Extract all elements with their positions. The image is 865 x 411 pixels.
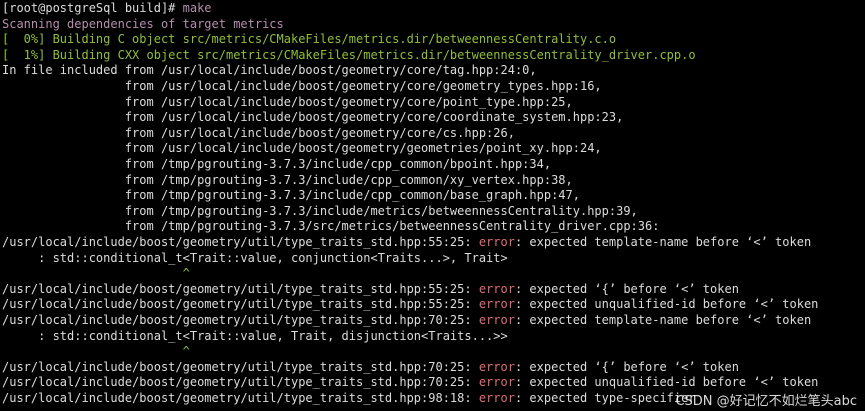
terminal-text: error (478, 313, 515, 327)
terminal-line: In file included from /usr/local/include… (2, 63, 537, 79)
terminal-text: /usr/local/include/boost/geometry/util/t… (2, 281, 479, 296)
terminal-line: [ 1%] Building CXX object src/metrics/CM… (2, 48, 696, 64)
terminal-line: /usr/local/include/boost/geometry/util/t… (2, 235, 811, 251)
terminal-text: from /usr/local/include/boost/geometry/g… (2, 141, 602, 156)
terminal-text: : expected template-name before ‘<’ toke… (514, 313, 812, 327)
terminal-line: /usr/local/include/boost/geometry/util/t… (2, 391, 696, 407)
terminal-text: [ 0%] Building C object src/metrics/CMak… (2, 32, 617, 47)
terminal-line: [ 0%] Building C object src/metrics/CMak… (2, 32, 616, 48)
terminal-text: from /tmp/pgrouting-3.7.3/include/metric… (2, 203, 638, 218)
terminal-line: from /usr/local/include/boost/geometry/c… (2, 95, 573, 111)
terminal-text: Scanning dependencies of target metrics (2, 16, 284, 31)
terminal-text: : std::conditional_t<Trait::value, Trait… (2, 328, 508, 343)
terminal-text: : expected unqualified-id before ‘<’ tok… (514, 297, 819, 312)
terminal-text: /usr/local/include/boost/geometry/util/t… (2, 391, 479, 405)
terminal-text: error (478, 375, 515, 390)
terminal-line: ^ (2, 344, 190, 360)
terminal-text: /usr/local/include/boost/geometry/util/t… (2, 375, 479, 390)
terminal-text: from /usr/local/include/boost/geometry/c… (2, 125, 515, 140)
terminal-text: /usr/local/include/boost/geometry/util/t… (2, 313, 479, 327)
terminal-line: from /tmp/pgrouting-3.7.3/include/cpp_co… (2, 173, 573, 189)
terminal-line: from /tmp/pgrouting-3.7.3/include/metric… (2, 204, 638, 220)
terminal-text: from /tmp/pgrouting-3.7.3/src/metrics/be… (2, 219, 660, 234)
csdn-watermark: CSDN @好记忆不如烂笔头abc (675, 394, 857, 409)
terminal-text: from /tmp/pgrouting-3.7.3/include/cpp_co… (2, 188, 580, 203)
terminal-text: /usr/local/include/boost/geometry/util/t… (2, 297, 479, 312)
terminal-text: from /usr/local/include/boost/geometry/c… (2, 79, 602, 93)
terminal-line: from /usr/local/include/boost/geometry/c… (2, 126, 515, 142)
terminal-text: error (478, 391, 515, 405)
terminal-line: [root@postgreSql build]# make (2, 1, 212, 17)
terminal-text: : expected unqualified-id before ‘<’ tok… (514, 375, 819, 390)
terminal-text: from /tmp/pgrouting-3.7.3/include/cpp_co… (2, 157, 552, 171)
terminal-text: from /usr/local/include/boost/geometry/c… (2, 110, 624, 125)
terminal-text: from /usr/local/include/boost/geometry/c… (2, 94, 573, 109)
terminal-line: /usr/local/include/boost/geometry/util/t… (2, 297, 818, 313)
terminal-text: make (182, 1, 212, 15)
terminal-text: error (478, 359, 515, 374)
terminal-line: Scanning dependencies of target metrics (2, 17, 284, 33)
terminal-text: : expected ‘{’ before ‘<’ token (514, 359, 739, 374)
terminal-line: /usr/local/include/boost/geometry/util/t… (2, 282, 739, 298)
terminal-line: from /usr/local/include/boost/geometry/c… (2, 110, 624, 126)
terminal-text: [root@postgreSql build]# (2, 1, 183, 15)
terminal-text: error (478, 235, 515, 249)
terminal-text: ^ (2, 266, 190, 281)
terminal-line: /usr/local/include/boost/geometry/util/t… (2, 375, 818, 391)
terminal-text: from /tmp/pgrouting-3.7.3/include/cpp_co… (2, 172, 573, 187)
terminal-window[interactable]: [root@postgreSql build]# make Scanning de… (0, 0, 865, 411)
terminal-line: : std::conditional_t<Trait::value, conju… (2, 251, 508, 267)
terminal-line: from /tmp/pgrouting-3.7.3/src/metrics/be… (2, 219, 660, 235)
terminal-line: from /usr/local/include/boost/geometry/c… (2, 79, 602, 95)
terminal-text: /usr/local/include/boost/geometry/util/t… (2, 235, 479, 249)
terminal-line: from /tmp/pgrouting-3.7.3/include/cpp_co… (2, 157, 551, 173)
terminal-text: ^ (2, 344, 190, 359)
terminal-line: ^ (2, 266, 190, 282)
terminal-text: /usr/local/include/boost/geometry/util/t… (2, 359, 479, 374)
terminal-text: : expected template-name before ‘<’ toke… (514, 235, 812, 249)
terminal-line: /usr/local/include/boost/geometry/util/t… (2, 360, 739, 376)
terminal-text: [ 1%] Building CXX object src/metrics/CM… (2, 47, 696, 62)
terminal-text: : std::conditional_t<Trait::value, conju… (2, 250, 508, 265)
terminal-text: error (478, 297, 515, 312)
terminal-line: : std::conditional_t<Trait::value, Trait… (2, 329, 508, 345)
terminal-text: : expected ‘{’ before ‘<’ token (514, 281, 739, 296)
terminal-text: error (478, 281, 515, 296)
terminal-line: /usr/local/include/boost/geometry/util/t… (2, 313, 811, 329)
terminal-text: : expected type-specifier (514, 391, 696, 405)
terminal-line: from /usr/local/include/boost/geometry/g… (2, 141, 602, 157)
terminal-text: In file included from /usr/local/include… (2, 63, 537, 78)
terminal-line: from /tmp/pgrouting-3.7.3/include/cpp_co… (2, 188, 580, 204)
